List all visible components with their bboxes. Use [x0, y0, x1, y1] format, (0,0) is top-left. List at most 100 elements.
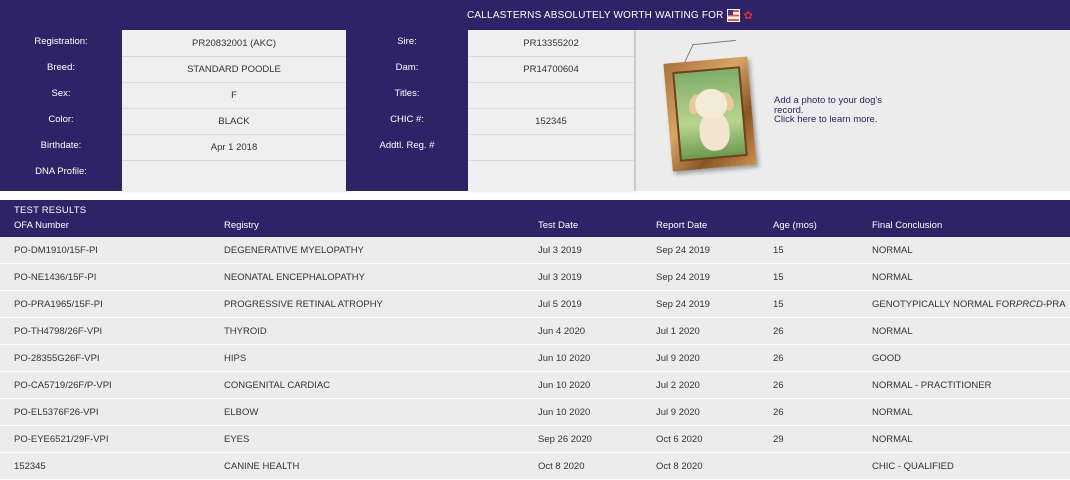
table-row[interactable]: PO-EYE6521/29F-VPI EYES Sep 26 2020 Oct 6 2… — [0, 426, 1070, 453]
dam-label: Dam: — [395, 61, 419, 73]
add-photo-link[interactable]: Add a photo to your dog's record. Click … — [774, 96, 914, 125]
cell-report-date: Jul 9 2020 — [656, 352, 700, 364]
cell-final-conclusion: NORMAL — [872, 244, 913, 256]
sire-label: Sire: — [397, 35, 417, 47]
cell-age: 15 — [773, 244, 784, 256]
cell-age: 26 — [773, 352, 784, 364]
birthdate-value: Apr 1 2018 — [122, 134, 346, 161]
cell-report-date: Oct 8 2020 — [656, 460, 703, 472]
cell-ofa-number[interactable]: PO-EYE6521/29F-VPI — [14, 426, 109, 452]
color-value: BLACK — [122, 108, 346, 135]
cell-ofa-number[interactable]: PO-CA5719/26F/P-VPI — [14, 372, 112, 398]
col-test-date: Test Date — [538, 220, 579, 231]
test-results-title: TEST RESULTS — [14, 205, 87, 216]
cell-registry: EYES — [224, 433, 250, 445]
left-values-column: PR20832001 (AKC) STANDARD POODLE F BLACK… — [122, 30, 346, 191]
right-labels-column: Sire: Dam: Titles: CHIC #: Addtl. Reg. # — [346, 30, 468, 191]
cell-final-conclusion: NORMAL — [872, 325, 913, 337]
dna-profile-value — [122, 160, 346, 186]
cell-report-date: Sep 24 2019 — [656, 298, 710, 310]
cell-registry: ELBOW — [224, 406, 259, 418]
cell-ofa-number[interactable]: 152345 — [14, 453, 46, 479]
dam-value[interactable]: PR14700604 — [468, 56, 634, 83]
cell-ofa-number[interactable]: PO-DM1910/15F-PI — [14, 237, 98, 263]
cell-age: 26 — [773, 325, 784, 337]
col-registry: Registry — [224, 220, 259, 231]
cell-report-date: Jul 9 2020 — [656, 406, 700, 418]
color-label: Color: — [48, 113, 74, 125]
sex-value: F — [122, 82, 346, 109]
cell-test-date: Oct 8 2020 — [538, 460, 585, 472]
test-results-table: PO-DM1910/15F-PI DEGENERATIVE MYELOPATHY J… — [0, 237, 1070, 480]
birthdate-label: Birthdate: — [40, 139, 82, 151]
test-results-header: TEST RESULTS OFA Number Registry Test Da… — [0, 200, 1070, 237]
cell-registry: CANINE HEALTH — [224, 460, 300, 472]
chic-label: CHIC #: — [390, 113, 424, 125]
dog-info-panel: Registration: Breed: Sex: Color: Birthda… — [0, 30, 1070, 191]
cell-test-date: Jul 3 2019 — [538, 244, 582, 256]
cell-registry: HIPS — [224, 352, 247, 364]
addtl-reg-label: Addtl. Reg. # — [379, 139, 435, 151]
col-final-conclusion: Final Conclusion — [872, 220, 943, 231]
cell-registry: PROGRESSIVE RETINAL ATROPHY — [224, 298, 383, 310]
cell-report-date: Sep 24 2019 — [656, 244, 710, 256]
registration-value: PR20832001 (AKC) — [122, 30, 346, 57]
cell-test-date: Jun 10 2020 — [538, 379, 591, 391]
cell-final-conclusion: CHIC - QUALIFIED — [872, 460, 954, 472]
cell-age: 15 — [773, 298, 784, 310]
breed-value: STANDARD POODLE — [122, 56, 346, 83]
cell-test-date: Jun 4 2020 — [538, 325, 586, 337]
cell-registry: THYROID — [224, 325, 267, 337]
cell-test-date: Jun 10 2020 — [538, 406, 591, 418]
photo-area[interactable]: Add a photo to your dog's record. Click … — [636, 30, 1070, 191]
table-row[interactable]: 152345 CANINE HEALTH Oct 8 2020 Oct 8 2020 C… — [0, 453, 1070, 480]
cell-registry: NEONATAL ENCEPHALOPATHY — [224, 271, 365, 283]
cell-report-date: Sep 24 2019 — [656, 271, 710, 283]
col-ofa-number: OFA Number — [14, 220, 69, 231]
cell-ofa-number[interactable]: PO-PRA1965/15F-PI — [14, 291, 103, 317]
cell-final-conclusion: GENOTYPICALLY NORMAL FOR PRCD -PRA — [872, 298, 1066, 310]
cell-final-conclusion: NORMAL — [872, 271, 913, 283]
puppy-picture — [672, 66, 748, 162]
cell-age: 26 — [773, 406, 784, 418]
breed-label: Breed: — [47, 61, 75, 73]
cell-test-date: Jun 10 2020 — [538, 352, 591, 364]
table-row[interactable]: PO-EL5376F26-VPI ELBOW Jun 10 2020 Jul 9 20… — [0, 399, 1070, 426]
cell-ofa-number[interactable]: PO-TH4798/26F-VPI — [14, 318, 102, 344]
table-row[interactable]: PO-28355G26F-VPI HIPS Jun 10 2020 Jul 9 202… — [0, 345, 1070, 372]
addtl-reg-value — [468, 134, 634, 161]
cell-test-date: Sep 26 2020 — [538, 433, 592, 445]
cell-ofa-number[interactable]: PO-28355G26F-VPI — [14, 345, 100, 371]
cell-registry: DEGENERATIVE MYELOPATHY — [224, 244, 364, 256]
table-row[interactable]: PO-DM1910/15F-PI DEGENERATIVE MYELOPATHY J… — [0, 237, 1070, 264]
cell-report-date: Jul 2 2020 — [656, 379, 700, 391]
sire-value[interactable]: PR13355202 — [468, 30, 634, 57]
learn-more-link[interactable]: Click here to learn more. — [774, 115, 914, 125]
table-row[interactable]: PO-TH4798/26F-VPI THYROID Jun 4 2020 Jul 1 … — [0, 318, 1070, 345]
cell-final-conclusion: NORMAL - PRACTITIONER — [872, 379, 992, 391]
photo-frame-image[interactable] — [663, 56, 757, 172]
col-age: Age (mos) — [773, 220, 817, 231]
titles-label: Titles: — [394, 87, 420, 99]
paw-icon: ✿ — [743, 9, 753, 22]
cell-final-conclusion: NORMAL — [872, 433, 913, 445]
cell-ofa-number[interactable]: PO-NE1436/15F-PI — [14, 264, 96, 290]
cell-test-date: Jul 3 2019 — [538, 271, 582, 283]
col-report-date: Report Date — [656, 220, 708, 231]
dna-profile-label: DNA Profile: — [35, 165, 87, 177]
table-row[interactable]: PO-PRA1965/15F-PI PROGRESSIVE RETINAL ATR… — [0, 291, 1070, 318]
table-row[interactable]: PO-NE1436/15F-PI NEONATAL ENCEPHALOPATHY J… — [0, 264, 1070, 291]
cell-age: 15 — [773, 271, 784, 283]
right-values-column: PR13355202 PR14700604 152345 — [468, 30, 634, 191]
cell-final-conclusion: GOOD — [872, 352, 902, 364]
cell-age: 29 — [773, 433, 784, 445]
flag-icon — [726, 8, 740, 22]
titles-value — [468, 82, 634, 109]
cell-report-date: Jul 1 2020 — [656, 325, 700, 337]
sex-label: Sex: — [51, 87, 71, 99]
table-row[interactable]: PO-CA5719/26F/P-VPI CONGENITAL CARDIAC Jun… — [0, 372, 1070, 399]
registration-label: Registration: — [34, 35, 88, 47]
cell-ofa-number[interactable]: PO-EL5376F26-VPI — [14, 399, 99, 425]
cell-registry: CONGENITAL CARDIAC — [224, 379, 331, 391]
cell-test-date: Jul 5 2019 — [538, 298, 582, 310]
